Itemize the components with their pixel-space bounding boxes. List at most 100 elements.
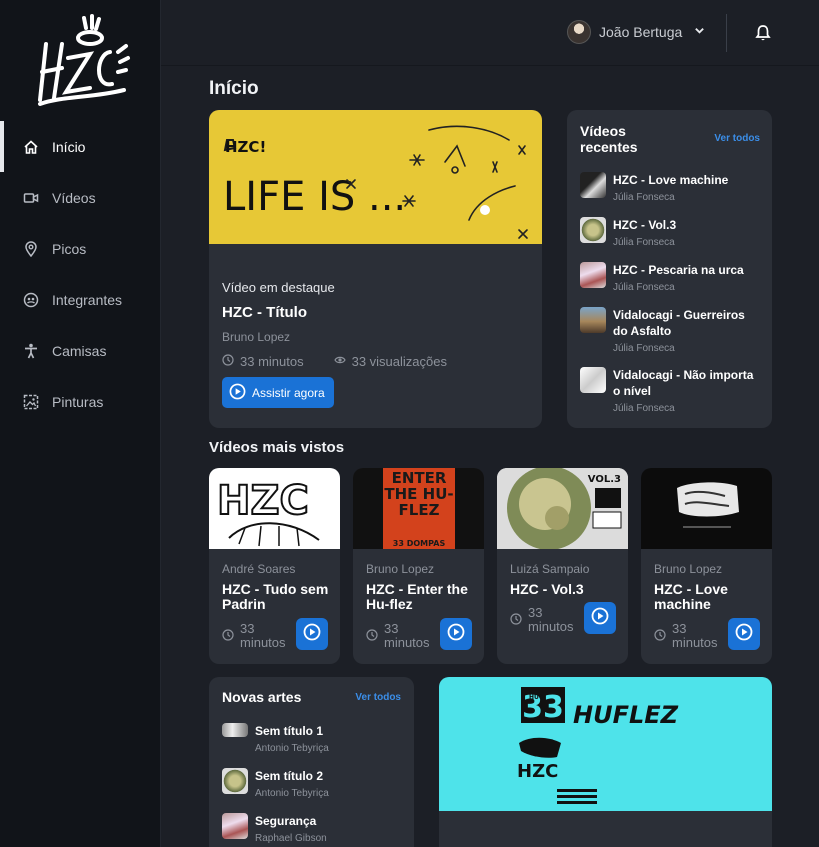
sidebar-item-videos[interactable]: Vídeos (0, 172, 161, 223)
views-text: 33 visualizações (351, 354, 447, 369)
video-title[interactable]: HZC - Vol.3 (510, 582, 620, 597)
location-pin-icon (22, 240, 40, 258)
clock-icon (654, 622, 666, 650)
recent-header: Vídeos recentes Ver todos (580, 123, 760, 155)
clock-icon (222, 354, 234, 369)
art-thumbnail (222, 813, 248, 839)
featured-author[interactable]: Bruno Lopez (222, 330, 529, 344)
clock-icon (510, 606, 522, 634)
people-icon (22, 291, 40, 309)
featured-image-text: LIFE IS ... (223, 174, 406, 220)
recent-item-author: Júlia Fonseca (613, 192, 675, 203)
featured-thumbnail[interactable]: HZC! LIFE IS ... (209, 110, 542, 244)
recent-item-title: HZC - Love machine (613, 173, 729, 187)
recent-see-all-link[interactable]: Ver todos (714, 133, 760, 144)
duration-text: 33 minutos (672, 621, 718, 650)
sidebar-item-label: Camisas (52, 342, 107, 359)
user-name: João Bertuga (599, 24, 683, 40)
art-item-title: Segurança (255, 814, 317, 828)
play-button[interactable] (728, 618, 760, 650)
art-item[interactable]: Segurança Raphael Gibson (222, 813, 400, 844)
recent-item-author: Júlia Fonseca (613, 403, 675, 414)
video-author[interactable]: Bruno Lopez (366, 562, 434, 576)
sidebar-item-integrantes[interactable]: Integrantes (0, 274, 161, 325)
recent-item[interactable]: Vidalocagi - Guerreiros do Asfalto Júlia … (580, 307, 758, 354)
thumb-subtext: 33 DOMPAS (393, 539, 446, 548)
art-item-author: Raphael Gibson (255, 833, 327, 844)
thumb-text: VOL.3 (588, 474, 621, 485)
video-thumbnail[interactable]: VOL.3 (497, 468, 628, 550)
play-circle-icon (229, 383, 246, 403)
recent-item[interactable]: HZC - Love machine Júlia Fonseca (580, 172, 758, 203)
home-icon (22, 138, 40, 156)
recent-thumbnail (580, 172, 606, 198)
video-thumbnail[interactable]: HZC (209, 468, 340, 549)
art-thumbnail (222, 723, 248, 737)
featured-video-card: HZC! LIFE IS ... Vídeo em destaque HZC -… (209, 110, 542, 428)
play-button[interactable] (296, 618, 328, 650)
play-circle-icon (735, 623, 753, 646)
thumb-text: HZC (217, 478, 309, 524)
hzc-logo[interactable] (32, 14, 132, 110)
avatar (567, 20, 591, 44)
video-title[interactable]: HZC - Love machine (654, 582, 764, 612)
recent-item-title: Vidalocagi - Não importa o nível (613, 368, 754, 398)
art-item[interactable]: Sem título 2 Antonio Tebyriça (222, 768, 400, 799)
recent-thumbnail (580, 217, 606, 243)
arts-title: Novas artes (222, 689, 302, 705)
recent-thumbnail (580, 307, 606, 333)
page-title: Início (209, 78, 259, 99)
sidebar-item-label: Início (52, 138, 86, 155)
featured-views: 33 visualizações (333, 354, 447, 369)
watch-now-button[interactable]: Assistir agora (222, 377, 334, 408)
duration-text: 33 minutos (384, 621, 430, 650)
thumb-text: ENTER THE HU-FLEZ (384, 469, 454, 519)
video-author[interactable]: Bruno Lopez (654, 562, 722, 576)
recent-title: Vídeos recentes (580, 123, 638, 155)
sidebar-item-pinturas[interactable]: Pinturas (0, 376, 161, 427)
sidebar-item-picos[interactable]: Picos (0, 223, 161, 274)
video-title[interactable]: HZC - Enter the Hu-flez (366, 582, 476, 612)
featured-kicker: Vídeo em destaque (222, 280, 335, 295)
recent-item-title: HZC - Vol.3 (613, 218, 677, 232)
video-duration: 33 minutos (366, 621, 430, 650)
sidebar-item-inicio[interactable]: Início (0, 121, 161, 172)
topbar-divider (726, 14, 727, 52)
arts-see-all-link[interactable]: Ver todos (355, 692, 401, 703)
sidebar: Início Vídeos Picos Integrantes Camisas … (0, 0, 161, 847)
watch-now-label: Assistir agora (252, 385, 325, 400)
featured-meta: 33 minutos 33 visualizações (222, 354, 529, 369)
play-button[interactable] (440, 618, 472, 650)
recent-item-author: Júlia Fonseca (613, 343, 675, 354)
recent-item[interactable]: HZC - Vol.3 Júlia Fonseca (580, 217, 758, 248)
play-circle-icon (303, 623, 321, 646)
recent-item[interactable]: Vidalocagi - Não importa o nível Júlia Fo… (580, 367, 758, 414)
recent-item-title: Vidalocagi - Guerreiros do Asfalto (613, 308, 745, 338)
featured-duration: 33 minutos (222, 354, 304, 369)
video-card: HZC André Soares HZC - Tudo sem Padrin 3… (209, 468, 340, 664)
recent-item-author: Júlia Fonseca (613, 237, 675, 248)
user-menu[interactable]: João Bertuga (567, 20, 705, 44)
eye-icon (333, 354, 346, 369)
video-thumbnail[interactable]: ENTER THE HU-FLEZ 33 DOMPAS (353, 468, 484, 549)
banner-tagline: HZC (517, 761, 558, 782)
video-author[interactable]: Luizá Sampaio (510, 562, 589, 576)
play-button[interactable] (584, 602, 616, 634)
recent-videos-card: Vídeos recentes Ver todos HZC - Love mac… (567, 110, 772, 428)
video-thumbnail[interactable] (641, 468, 772, 549)
art-item-author: Antonio Tebyriça (255, 743, 329, 754)
sidebar-item-camisas[interactable]: Camisas (0, 325, 161, 376)
art-item[interactable]: Sem título 1 Antonio Tebyriça (222, 723, 400, 754)
sidebar-item-label: Integrantes (52, 291, 123, 308)
clock-icon (222, 622, 234, 650)
video-duration: 33 minutos (510, 606, 574, 634)
banner-image[interactable]: 33 HUC HUFLEZ HZC (439, 677, 772, 811)
recent-item[interactable]: HZC - Pescaria na urca Júlia Fonseca (580, 262, 758, 293)
sidebar-item-label: Pinturas (52, 393, 104, 410)
video-title[interactable]: HZC - Tudo sem Padrin (222, 582, 332, 612)
bell-icon[interactable] (755, 24, 771, 42)
video-author[interactable]: André Soares (222, 562, 295, 576)
image-icon (22, 393, 40, 411)
app-root: Início Vídeos Picos Integrantes Camisas … (0, 0, 819, 847)
featured-title[interactable]: HZC - Título (222, 304, 529, 321)
